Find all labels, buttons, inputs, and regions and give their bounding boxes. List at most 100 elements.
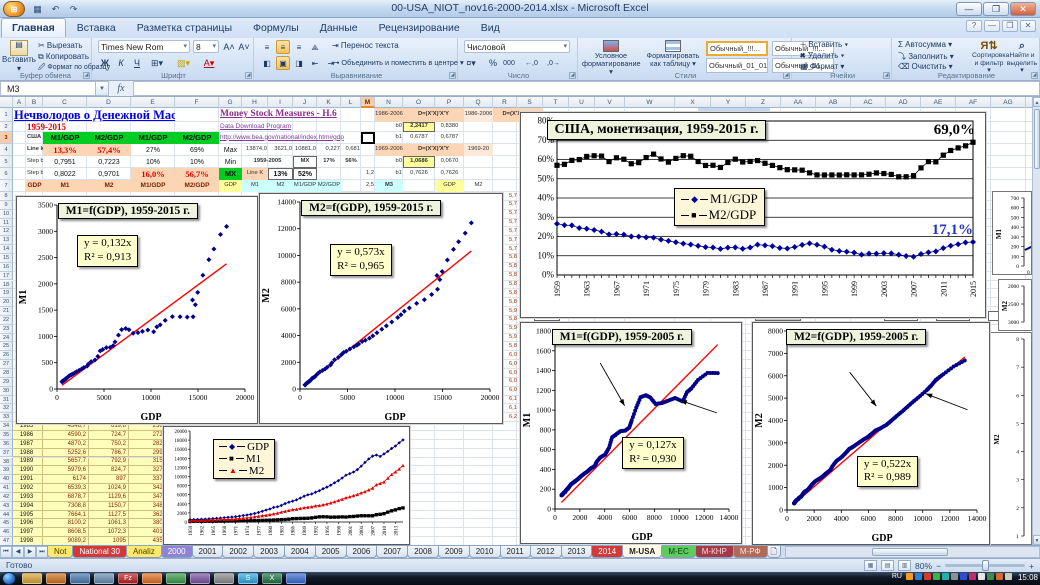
column-header-AG[interactable]: AG [991, 97, 1026, 108]
sheet-tab-2012[interactable]: 2012 [530, 546, 562, 558]
cell-P2[interactable]: 0,8380 [435, 122, 464, 132]
cell-M7[interactable]: 2,5 [361, 180, 375, 192]
sheet-tab-National 30[interactable]: National 30 [72, 546, 126, 558]
column-header-AC[interactable]: AC [851, 97, 886, 108]
autosum-button[interactable]: Σ Автосумма ▾ [898, 40, 952, 49]
table-cell-value[interactable]: 1024,9 [89, 484, 129, 492]
row-header-43[interactable]: 43 [0, 502, 13, 511]
row-header-14[interactable]: 14 [0, 245, 13, 254]
chart-m1-2015[interactable]: 0500100015002000250030003500050001000015… [16, 196, 258, 424]
column-header-L[interactable]: L [341, 97, 361, 108]
group-number-dialog-launcher-icon[interactable]: ◢ [569, 72, 576, 79]
accounting-format-icon[interactable]: ¤▾ [464, 56, 478, 70]
sheet-tab-2003[interactable]: 2003 [253, 546, 285, 558]
row-header-28[interactable]: 28 [0, 369, 13, 378]
row-header-16[interactable]: 16 [0, 263, 13, 272]
image-taskbar-icon[interactable] [190, 573, 210, 584]
sheet-tab-Analiz[interactable]: Analiz [126, 546, 162, 558]
insert-function-icon[interactable]: fx [109, 81, 133, 96]
workbook-minimize-button[interactable]: — [984, 20, 1000, 32]
delete-cells-button[interactable]: 🞮 Удалить ▾ [800, 51, 845, 61]
vertical-scrollbar[interactable]: ▲ ▼ [1032, 97, 1040, 545]
cell-N5[interactable]: b0 [375, 156, 403, 168]
folder-taskbar-icon[interactable] [22, 573, 42, 584]
help-icon[interactable]: ? [966, 20, 982, 32]
table-cell-value[interactable]: 5252,6 [43, 449, 89, 457]
mail-taskbar-icon[interactable] [46, 573, 66, 584]
column-headers[interactable]: ABCDEFGHIJKLMNOPQRSTUVWXYZAAABACADAEAFAG… [0, 97, 1032, 108]
table-cell-value[interactable]: 1150,7 [89, 502, 129, 510]
cell-I4[interactable]: 3621,0 [268, 144, 293, 156]
cell-D5[interactable]: 0,7223 [87, 156, 131, 168]
skype-taskbar-icon[interactable]: S [238, 573, 258, 584]
column-header-Z[interactable]: Z [746, 97, 781, 108]
sheet-tab-M-USA[interactable]: M-USA [622, 545, 662, 558]
ribbon-tab-Вставка[interactable]: Вставка [67, 19, 126, 38]
column-header-P[interactable]: P [435, 97, 464, 108]
table-cell-value[interactable]: 6878,7 [43, 493, 89, 501]
increase-decimal-icon[interactable]: ←,0 [524, 56, 539, 70]
sheet-tab-2005[interactable]: 2005 [315, 546, 347, 558]
table-cell-year[interactable]: 1990 [13, 466, 43, 474]
row-header-35[interactable]: 35 [0, 431, 13, 440]
cell-O2[interactable]: 2,2417 [403, 122, 435, 132]
table-cell-value[interactable]: 4590,2 [43, 431, 89, 439]
column-header-AF[interactable]: AF [956, 97, 991, 108]
column-header-J[interactable]: J [293, 97, 317, 108]
table-cell-year[interactable]: 1994 [13, 502, 43, 510]
vertical-scroll-thumb[interactable] [1034, 109, 1040, 169]
row-header-29[interactable]: 29 [0, 378, 13, 387]
row-header-11[interactable]: 11 [0, 219, 13, 228]
column-header-F[interactable]: F [175, 97, 219, 108]
sheet-tab-2011[interactable]: 2011 [500, 546, 531, 558]
cell-F3[interactable]: M2/GDP [175, 132, 219, 144]
cell-D6[interactable]: 0,9701 [87, 168, 131, 180]
table-cell-value[interactable]: 897 [89, 475, 129, 483]
group-font-dialog-launcher-icon[interactable]: ◢ [245, 72, 252, 79]
table-cell-value[interactable]: 1127,5 [89, 511, 129, 519]
zoom-slider-thumb[interactable] [982, 560, 989, 571]
cell-B4[interactable]: Line k [26, 144, 43, 156]
table-cell-value[interactable]: 8100,2 [43, 519, 89, 527]
cell-G4[interactable]: Max [219, 144, 242, 156]
cell-B6[interactable]: Step b1 [26, 168, 43, 180]
column-header-D[interactable]: D [87, 97, 131, 108]
sheet-nav-icon-1[interactable]: ◀ [12, 546, 24, 558]
cell-F5[interactable]: 10% [175, 156, 219, 168]
row-header-15[interactable]: 15 [0, 254, 13, 263]
sheet-tab-Not[interactable]: Not [47, 546, 73, 558]
sheet-tab-2004[interactable]: 2004 [284, 546, 316, 558]
cell-G3[interactable]: http://www.bea.gov/national/index.htm#gd… [219, 132, 361, 144]
chart-main[interactable]: 0%10%20%30%40%50%60%70%80%19591963196719… [520, 112, 986, 318]
fill-button[interactable]: ⤵ Заполнить ▾ [898, 51, 954, 62]
cell-H5[interactable]: 1959-2005 [242, 156, 293, 168]
font-size-select[interactable]: 8▾ [193, 40, 219, 53]
cell-G5[interactable]: Min [219, 156, 242, 168]
fill-color-icon[interactable]: ▨▾ [176, 56, 191, 70]
table-cell-year[interactable]: 1997 [13, 528, 43, 536]
cell-D4[interactable]: 57,4% [87, 144, 131, 156]
table-cell-value[interactable]: 7664,1 [43, 511, 89, 519]
sheet-nav-icon-2[interactable]: ▶ [24, 546, 36, 558]
underline-button[interactable]: Ч [130, 56, 144, 70]
active-cell-M3[interactable] [361, 132, 375, 144]
cell-D7[interactable]: М2 [87, 180, 131, 192]
table-cell-value[interactable]: 6539,3 [43, 484, 89, 492]
column-header-C[interactable]: C [43, 97, 87, 108]
column-header-Y[interactable]: Y [711, 97, 746, 108]
ribbon-tab-Разметка страницы[interactable]: Разметка страницы [127, 19, 242, 38]
valign-icon-1[interactable]: ≡ [276, 40, 290, 54]
column-header-G[interactable]: G [219, 97, 242, 108]
tray-icon-7[interactable] [969, 573, 976, 580]
workbook-close-button[interactable]: ✕ [1020, 20, 1036, 32]
cell-N4[interactable]: 1969-2006 [375, 144, 403, 156]
cell-G2[interactable]: Data Download Program [219, 122, 317, 132]
table-cell-value[interactable]: 824,7 [89, 466, 129, 474]
cell-style-2[interactable]: Обычный_01_01... [706, 58, 768, 73]
group-cells-dialog-launcher-icon[interactable]: ◢ [883, 72, 890, 79]
row-header-17[interactable]: 17 [0, 272, 13, 281]
row-header-19[interactable]: 19 [0, 289, 13, 298]
grow-font-icon[interactable]: A˄ [222, 40, 236, 54]
cell-A1[interactable]: Нечволодов о Денежной Массе [13, 108, 175, 122]
table-cell-value[interactable]: 5657,7 [43, 458, 89, 466]
